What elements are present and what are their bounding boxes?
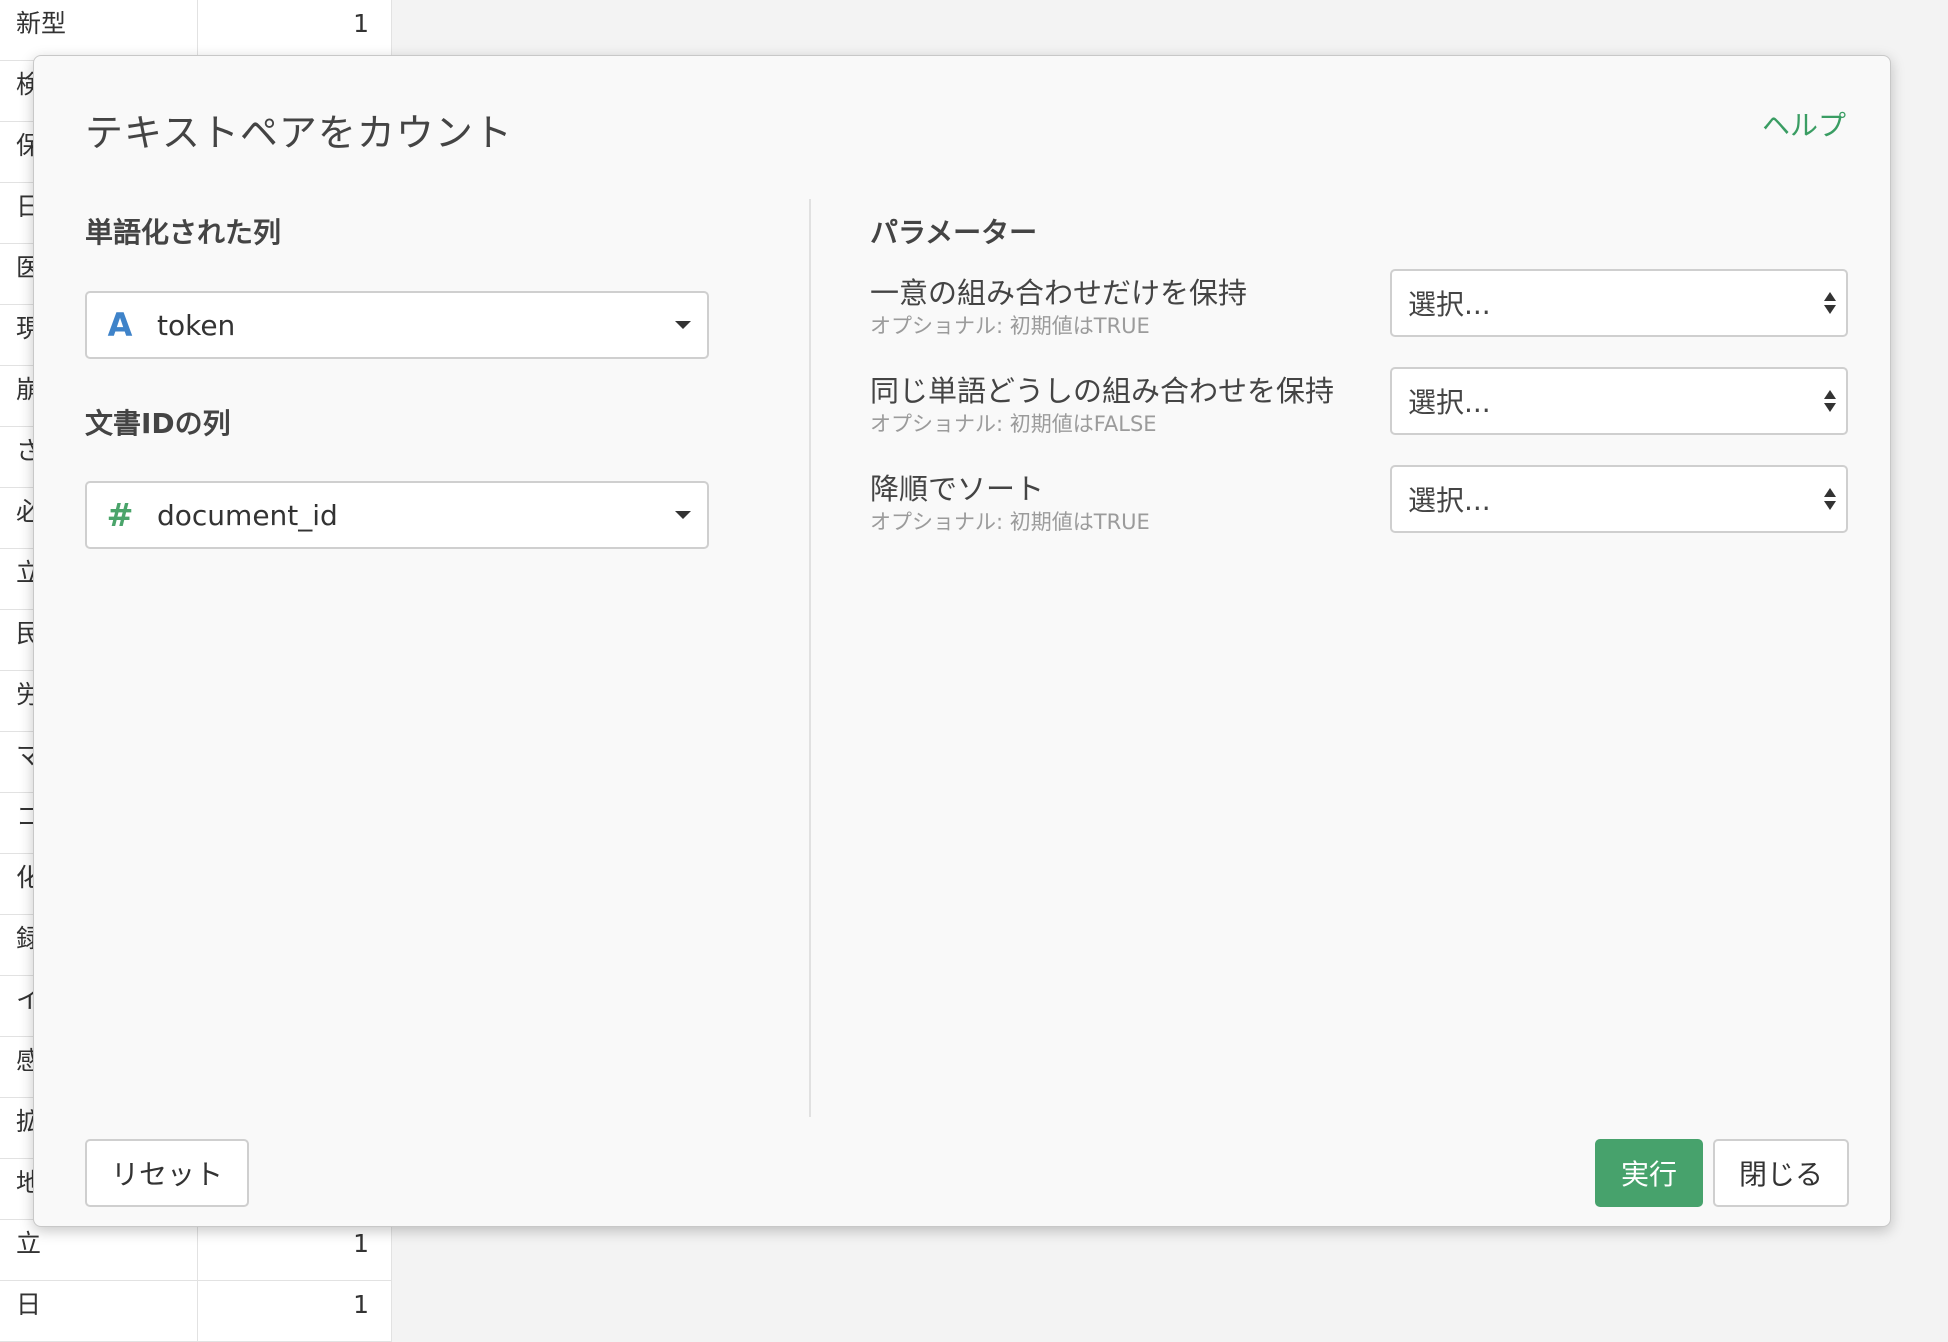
dialog-title: テキストペアをカウント <box>85 111 513 155</box>
param-self-pairs-select[interactable]: 選択... <box>1390 367 1848 435</box>
table-row: 新型 1 <box>0 0 392 61</box>
column-divider <box>809 199 811 1117</box>
chevron-down-icon <box>675 511 691 519</box>
help-link[interactable]: ヘルプ <box>1762 104 1846 144</box>
param-sort-desc-hint: オプショナル: 初期値はTRUE <box>870 510 1150 534</box>
param-self-pairs-label: 同じ単語どうしの組み合わせを保持 <box>870 374 1335 408</box>
tokenized-column-select[interactable]: A token <box>85 291 709 359</box>
count-text-pairs-dialog: テキストペアをカウント ヘルプ 単語化された列 A token 文書IDの列 #… <box>33 55 1891 1227</box>
param-sort-desc-label: 降順でソート <box>870 472 1045 506</box>
param-unique-pairs-select[interactable]: 選択... <box>1390 269 1848 337</box>
character-type-icon: A <box>107 306 133 344</box>
tokenized-column-label: 単語化された列 <box>85 216 282 249</box>
document-id-column-select[interactable]: # document_id <box>85 481 709 549</box>
param-self-pairs-hint: オプショナル: 初期値はFALSE <box>870 412 1157 436</box>
document-id-column-value: document_id <box>157 498 338 532</box>
table-cell: 1 <box>198 1281 392 1341</box>
up-down-arrows-icon <box>1824 292 1836 314</box>
param-select-placeholder: 選択... <box>1408 484 1491 517</box>
param-select-placeholder: 選択... <box>1408 288 1491 321</box>
document-id-column-label: 文書IDの列 <box>85 407 231 440</box>
table-cell: 立 <box>0 1220 198 1280</box>
table-cell: 日 <box>0 1281 198 1341</box>
table-cell: 1 <box>198 0 392 60</box>
numeric-type-icon: # <box>106 496 134 534</box>
run-button[interactable]: 実行 <box>1595 1139 1703 1207</box>
param-unique-pairs-hint: オプショナル: 初期値はTRUE <box>870 314 1150 338</box>
table-cell: 新型 <box>0 0 198 60</box>
table-row: 日1 <box>0 1281 392 1342</box>
param-select-placeholder: 選択... <box>1408 386 1491 419</box>
parameters-heading: パラメーター <box>870 216 1038 249</box>
close-button[interactable]: 閉じる <box>1713 1139 1849 1207</box>
up-down-arrows-icon <box>1824 390 1836 412</box>
chevron-down-icon <box>675 321 691 329</box>
param-sort-desc-select[interactable]: 選択... <box>1390 465 1848 533</box>
tokenized-column-value: token <box>157 308 236 342</box>
param-unique-pairs-label: 一意の組み合わせだけを保持 <box>870 276 1248 310</box>
table-cell: 1 <box>198 1220 392 1280</box>
up-down-arrows-icon <box>1824 488 1836 510</box>
reset-button[interactable]: リセット <box>85 1139 249 1207</box>
table-row: 立1 <box>0 1220 392 1281</box>
